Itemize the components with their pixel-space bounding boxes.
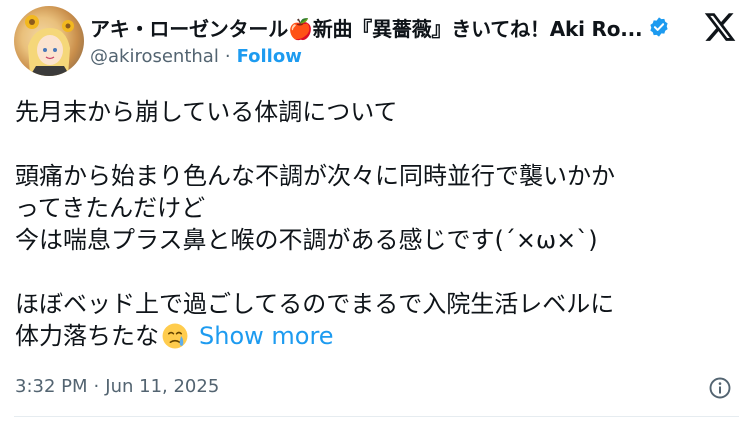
separator-dot: · bbox=[93, 376, 100, 397]
tweet-line: 頭痛から始まり色んな不調が次々に同時並行で襲いかか bbox=[15, 162, 615, 190]
author-handle-row: @akirosenthal · Follow bbox=[90, 46, 302, 67]
show-more-link[interactable]: Show more bbox=[199, 322, 334, 350]
x-logo-icon[interactable] bbox=[703, 10, 737, 44]
tweet-line-last: 体力落ちたな Show more bbox=[15, 320, 741, 352]
tweet-line: ほぼベッド上で過ごしてるのでまるで入院生活レベルに bbox=[15, 290, 615, 318]
tweet-line: 先月末から崩している体調について bbox=[15, 98, 398, 126]
author-name-row[interactable]: アキ・ローゼンタール🍎新曲『異薔薇』きいてね！Aki Ro... bbox=[90, 10, 670, 44]
tweet-date: Jun 11, 2025 bbox=[105, 376, 220, 397]
avatar-image bbox=[25, 15, 74, 76]
tweet-text: 先月末から崩している体調について 頭痛から始まり色んな不調が次々に同時並行で襲い… bbox=[15, 96, 741, 352]
tweet-line: ってきたんだけど bbox=[15, 194, 206, 222]
author-display-name[interactable]: アキ・ローゼンタール🍎新曲『異薔薇』きいてね！Aki Ro... bbox=[90, 13, 643, 42]
author-handle[interactable]: @akirosenthal bbox=[90, 46, 219, 67]
face-holding-back-tears-emoji bbox=[162, 323, 188, 349]
tweet-timestamp[interactable]: 3:32 PM · Jun 11, 2025 bbox=[15, 376, 219, 397]
verified-badge-icon bbox=[650, 17, 669, 37]
separator-dot: · bbox=[224, 46, 231, 67]
tweet-line: 今は喘息プラス鼻と喉の不調がある感じです(´×ω×`) bbox=[15, 226, 598, 254]
follow-button[interactable]: Follow bbox=[237, 46, 302, 67]
author-avatar[interactable] bbox=[14, 6, 84, 76]
bottom-divider bbox=[14, 416, 739, 417]
tweet-time: 3:32 PM bbox=[15, 376, 88, 397]
tweet-line-text: 体力落ちたな bbox=[15, 322, 159, 350]
info-icon[interactable] bbox=[708, 376, 732, 400]
